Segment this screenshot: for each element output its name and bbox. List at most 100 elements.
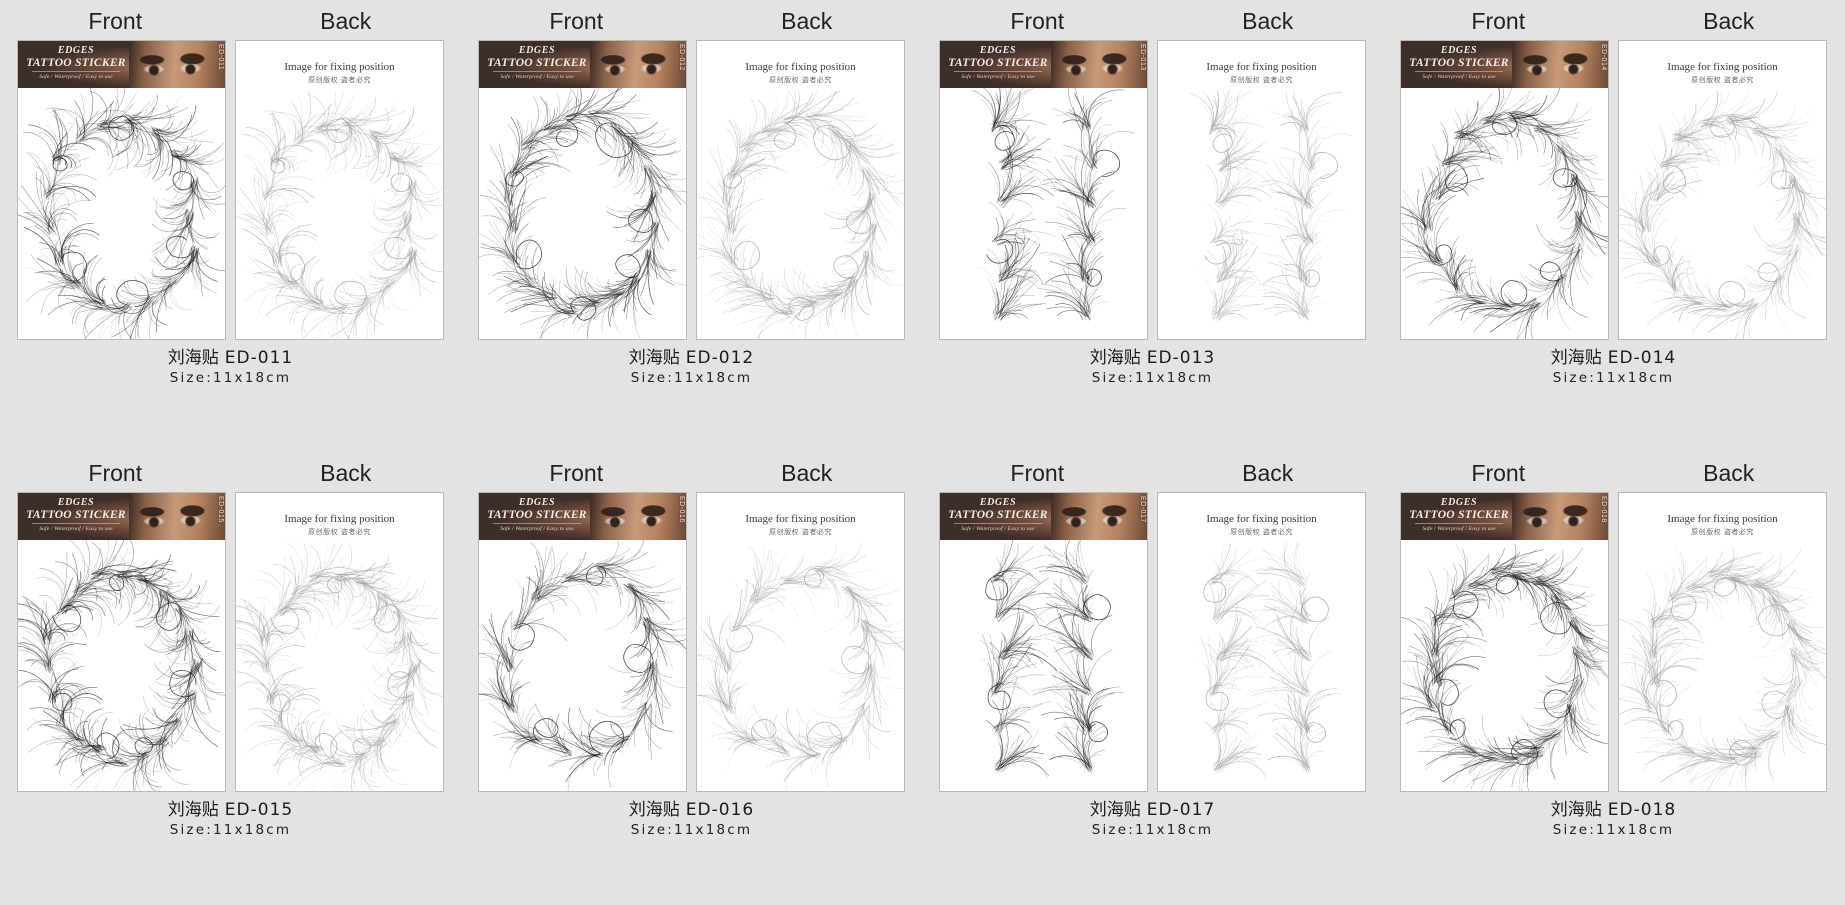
product-features: Safe / Waterproof / Easy to use (954, 523, 1042, 534)
product-type: TATTOO STICKER (18, 57, 134, 70)
front-label: Front (922, 461, 1153, 486)
product-code: ED-015 (225, 800, 293, 820)
product-size: Size:11x18cm (922, 821, 1383, 840)
product-size: Size:11x18cm (0, 821, 461, 840)
model-face-image (1512, 493, 1608, 540)
back-subtitle: 原创版权 盗者必究 (1158, 75, 1365, 86)
product-code: ED-018 (1608, 800, 1676, 820)
back-hair-artwork (1619, 91, 1826, 339)
banner-text: EDGES TATTOO STICKER Safe / Waterproof / E… (18, 497, 134, 534)
front-card[interactable]: EDGES TATTOO STICKER Safe / Waterproof / E… (478, 40, 687, 340)
back-card[interactable]: Image for fixing position 原创版权 盗者必究 (235, 492, 444, 792)
product-type: TATTOO STICKER (18, 509, 134, 522)
back-card[interactable]: Image for fixing position 原创版权 盗者必究 (1618, 492, 1827, 792)
front-card[interactable]: EDGES TATTOO STICKER Safe / Waterproof / E… (478, 492, 687, 792)
back-card[interactable]: Image for fixing position 原创版权 盗者必究 (1157, 40, 1366, 340)
product-name: 刘海贴 (168, 348, 219, 368)
vertical-product-code: ED-012 (678, 44, 685, 71)
product-banner: EDGES TATTOO STICKER Safe / Waterproof / E… (940, 41, 1147, 88)
product-card: Front Back EDGES TATTOO STICKER Safe / Water… (922, 452, 1383, 904)
brand-name: EDGES (940, 497, 1056, 509)
back-subtitle: 原创版权 盗者必究 (1158, 527, 1365, 538)
product-caption: 刘海贴 ED-015 Size:11x18cm (0, 799, 461, 840)
product-features: Safe / Waterproof / Easy to use (32, 523, 120, 534)
front-hair-artwork (479, 88, 686, 339)
model-face-image (1512, 41, 1608, 88)
product-card: Front Back EDGES TATTOO STICKER Safe / Water… (0, 0, 461, 452)
product-code: ED-012 (686, 348, 754, 368)
back-card-header: Image for fixing position 原创版权 盗者必究 (236, 60, 443, 86)
front-card[interactable]: EDGES TATTOO STICKER Safe / Waterproof / E… (939, 40, 1148, 340)
vertical-product-code: ED-018 (1600, 496, 1607, 523)
back-card[interactable]: Image for fixing position 原创版权 盗者必究 (235, 40, 444, 340)
product-caption: 刘海贴 ED-014 Size:11x18cm (1383, 347, 1844, 388)
panel-labels: Front Back (0, 0, 461, 34)
product-banner: EDGES TATTOO STICKER Safe / Waterproof / E… (479, 493, 686, 540)
vertical-product-code: ED-011 (217, 44, 224, 70)
back-label: Back (231, 9, 462, 34)
back-card[interactable]: Image for fixing position 原创版权 盗者必究 (696, 492, 905, 792)
front-card[interactable]: EDGES TATTOO STICKER Safe / Waterproof / E… (1400, 40, 1609, 340)
front-label: Front (0, 9, 231, 34)
back-hair-artwork (697, 91, 904, 339)
back-card[interactable]: Image for fixing position 原创版权 盗者必究 (1618, 40, 1827, 340)
product-banner: EDGES TATTOO STICKER Safe / Waterproof / E… (1401, 493, 1608, 540)
caption-name-line: 刘海贴 ED-014 (1383, 347, 1844, 369)
model-face-image (129, 41, 225, 88)
card-pair: EDGES TATTOO STICKER Safe / Waterproof / E… (17, 40, 444, 340)
product-size: Size:11x18cm (0, 369, 461, 388)
product-caption: 刘海贴 ED-018 Size:11x18cm (1383, 799, 1844, 840)
front-hair-artwork (940, 88, 1147, 339)
back-card-header: Image for fixing position 原创版权 盗者必究 (1158, 60, 1365, 86)
front-hair-artwork (940, 540, 1147, 791)
back-card-header: Image for fixing position 原创版权 盗者必究 (1158, 512, 1365, 538)
front-card[interactable]: EDGES TATTOO STICKER Safe / Waterproof / E… (17, 492, 226, 792)
panel-labels: Front Back (1383, 0, 1844, 34)
product-row-1: Front Back EDGES TATTOO STICKER Safe / Water… (0, 0, 1845, 452)
front-card[interactable]: EDGES TATTOO STICKER Safe / Waterproof / E… (1400, 492, 1609, 792)
vertical-product-code: ED-017 (1139, 496, 1146, 523)
product-code: ED-017 (1147, 800, 1215, 820)
product-catalog-sheet: Front Back EDGES TATTOO STICKER Safe / Water… (0, 0, 1845, 905)
back-card[interactable]: Image for fixing position 原创版权 盗者必究 (696, 40, 905, 340)
front-card[interactable]: EDGES TATTOO STICKER Safe / Waterproof / E… (17, 40, 226, 340)
back-title: Image for fixing position (236, 60, 443, 75)
back-title: Image for fixing position (1619, 60, 1826, 75)
product-name: 刘海贴 (1090, 800, 1141, 820)
panel-labels: Front Back (922, 0, 1383, 34)
product-caption: 刘海贴 ED-013 Size:11x18cm (922, 347, 1383, 388)
back-card-header: Image for fixing position 原创版权 盗者必究 (697, 512, 904, 538)
model-face-image (1051, 41, 1147, 88)
product-name: 刘海贴 (1090, 348, 1141, 368)
back-subtitle: 原创版权 盗者必究 (697, 527, 904, 538)
product-features: Safe / Waterproof / Easy to use (1415, 71, 1503, 82)
back-subtitle: 原创版权 盗者必究 (236, 527, 443, 538)
model-face-image (590, 493, 686, 540)
front-label: Front (461, 9, 692, 34)
product-code: ED-016 (686, 800, 754, 820)
panel-labels: Front Back (1383, 452, 1844, 486)
product-caption: 刘海贴 ED-017 Size:11x18cm (922, 799, 1383, 840)
back-card-header: Image for fixing position 原创版权 盗者必究 (697, 60, 904, 86)
front-card[interactable]: EDGES TATTOO STICKER Safe / Waterproof / E… (939, 492, 1148, 792)
product-name: 刘海贴 (1551, 348, 1602, 368)
product-features: Safe / Waterproof / Easy to use (954, 71, 1042, 82)
back-card[interactable]: Image for fixing position 原创版权 盗者必究 (1157, 492, 1366, 792)
product-card: Front Back EDGES TATTOO STICKER Safe / Water… (922, 0, 1383, 452)
back-title: Image for fixing position (1158, 60, 1365, 75)
card-pair: EDGES TATTOO STICKER Safe / Waterproof / E… (478, 40, 905, 340)
product-caption: 刘海贴 ED-016 Size:11x18cm (461, 799, 922, 840)
product-features: Safe / Waterproof / Easy to use (493, 523, 581, 534)
panel-labels: Front Back (461, 452, 922, 486)
product-type: TATTOO STICKER (1401, 509, 1517, 522)
product-card: Front Back EDGES TATTOO STICKER Safe / Water… (1383, 452, 1844, 904)
back-hair-artwork (697, 543, 904, 791)
back-card-header: Image for fixing position 原创版权 盗者必究 (1619, 512, 1826, 538)
product-size: Size:11x18cm (461, 821, 922, 840)
product-card: Front Back EDGES TATTOO STICKER Safe / Water… (461, 0, 922, 452)
back-subtitle: 原创版权 盗者必究 (236, 75, 443, 86)
brand-name: EDGES (479, 497, 595, 509)
product-size: Size:11x18cm (1383, 821, 1844, 840)
back-title: Image for fixing position (1158, 512, 1365, 527)
product-features: Safe / Waterproof / Easy to use (32, 71, 120, 82)
